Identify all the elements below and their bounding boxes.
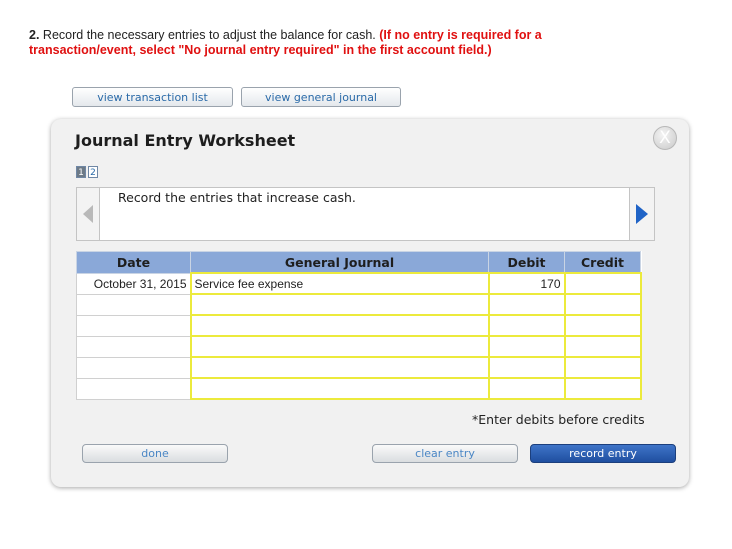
view-transaction-list-button[interactable]: view transaction list: [72, 87, 233, 107]
date-cell[interactable]: [76, 356, 191, 379]
record-entry-button[interactable]: record entry: [530, 444, 676, 463]
account-cell[interactable]: [189, 377, 490, 400]
debit-cell[interactable]: [487, 314, 566, 337]
question-body: Record the necessary entries to adjust t…: [42, 28, 376, 42]
debit-credit-note: *Enter debits before credits: [472, 412, 645, 427]
worksheet-title: Journal Entry Worksheet: [75, 131, 296, 150]
arrow-left-icon: [83, 205, 93, 223]
debit-cell[interactable]: [487, 356, 566, 379]
account-cell[interactable]: [189, 356, 490, 379]
account-cell[interactable]: [189, 293, 490, 316]
page-2-tab[interactable]: 2: [88, 166, 98, 178]
column-header-date: Date: [76, 251, 191, 274]
debit-cell[interactable]: 170: [487, 272, 566, 295]
credit-cell[interactable]: [563, 293, 642, 316]
close-icon[interactable]: X: [653, 126, 677, 150]
journal-entry-worksheet: Journal Entry Worksheet X 1 2 Record the…: [51, 119, 689, 487]
next-entry-button[interactable]: [629, 187, 655, 241]
column-header-general-journal: General Journal: [190, 251, 489, 274]
account-cell[interactable]: Service fee expense: [189, 272, 490, 295]
account-cell[interactable]: [189, 335, 490, 358]
debit-cell[interactable]: [487, 377, 566, 400]
debit-cell[interactable]: [487, 335, 566, 358]
credit-cell[interactable]: [563, 314, 642, 337]
date-cell[interactable]: [76, 335, 191, 358]
view-general-journal-button[interactable]: view general journal: [241, 87, 401, 107]
table-row: October 31, 2015 Service fee expense 170: [76, 272, 642, 295]
date-cell[interactable]: [76, 293, 191, 316]
table-row: [76, 293, 642, 316]
page-selector: 1 2: [76, 166, 98, 178]
clear-entry-button[interactable]: clear entry: [372, 444, 518, 463]
date-cell[interactable]: October 31, 2015: [76, 272, 191, 295]
table-row: [76, 377, 642, 400]
question-text: 2. Record the necessary entries to adjus…: [29, 28, 649, 58]
journal-header-row: Date General Journal Debit Credit: [76, 251, 641, 274]
credit-cell[interactable]: [563, 377, 642, 400]
date-cell[interactable]: [76, 314, 191, 337]
date-cell[interactable]: [76, 377, 191, 400]
table-row: [76, 335, 642, 358]
credit-cell[interactable]: [563, 272, 642, 295]
entry-instruction: Record the entries that increase cash.: [100, 187, 629, 241]
page-1-tab[interactable]: 1: [76, 166, 86, 178]
table-row: [76, 314, 642, 337]
journal-table: Date General Journal Debit Credit Octobe…: [76, 251, 642, 400]
table-row: [76, 356, 642, 379]
arrow-right-icon: [636, 204, 648, 224]
debit-cell[interactable]: [487, 293, 566, 316]
done-button[interactable]: done: [82, 444, 228, 463]
credit-cell[interactable]: [563, 356, 642, 379]
account-cell[interactable]: [189, 314, 490, 337]
previous-entry-button[interactable]: [76, 187, 100, 241]
credit-cell[interactable]: [563, 335, 642, 358]
column-header-credit: Credit: [564, 251, 641, 274]
question-number: 2.: [29, 28, 40, 42]
column-header-debit: Debit: [488, 251, 565, 274]
